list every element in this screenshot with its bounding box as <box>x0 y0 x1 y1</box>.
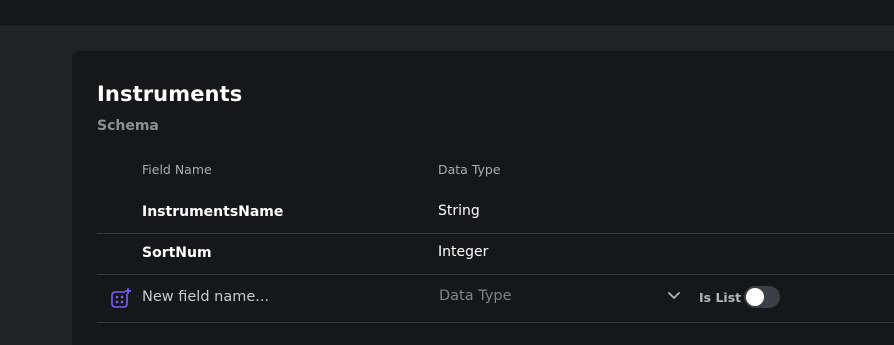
new-field-row: New field name... Data Type Is List <box>97 274 894 323</box>
field-row[interactable]: SortNum Integer <box>97 233 894 275</box>
field-type: String <box>438 203 480 219</box>
field-name: SortNum <box>142 245 212 261</box>
top-bar <box>0 0 894 27</box>
chevron-down-icon[interactable] <box>667 291 681 301</box>
collection-title: Instruments <box>97 82 243 106</box>
is-list-toggle[interactable] <box>744 286 780 308</box>
field-row[interactable]: InstrumentsName String <box>97 192 894 234</box>
field-name: InstrumentsName <box>142 204 284 220</box>
field-name-header: Field Name <box>142 162 212 177</box>
is-list-label: Is List <box>699 290 742 305</box>
new-field-name-input[interactable]: New field name... <box>142 289 269 305</box>
schema-panel: Instruments Schema Field Name Data Type … <box>72 51 894 345</box>
toggle-knob <box>746 288 764 306</box>
data-type-header: Data Type <box>438 162 501 177</box>
add-field-icon[interactable] <box>110 287 132 309</box>
field-type: Integer <box>438 244 489 260</box>
data-type-select[interactable]: Data Type <box>439 288 512 304</box>
schema-subtitle: Schema <box>97 118 159 134</box>
